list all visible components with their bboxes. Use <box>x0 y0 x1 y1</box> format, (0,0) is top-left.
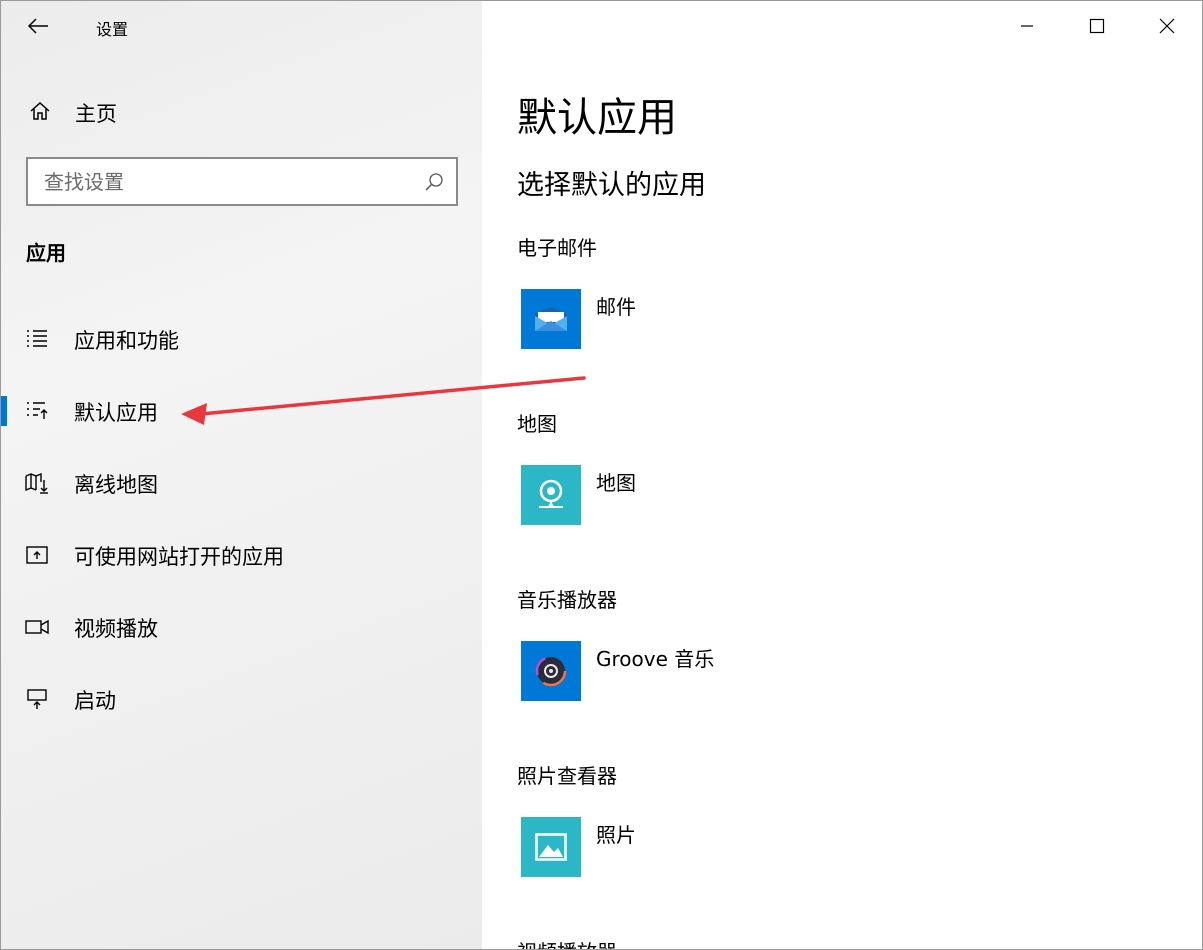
default-app-name: 照片 <box>596 823 636 847</box>
settings-window: 设置 主页 应用 应用和功能 <box>0 0 1203 950</box>
groove-app-tile <box>521 641 581 701</box>
sidebar-item-label: 应用和功能 <box>74 329 179 353</box>
sidebar-item-label: 可使用网站打开的应用 <box>74 545 284 569</box>
sidebar-item-video-playback[interactable]: 视频播放 <box>1 600 482 654</box>
back-arrow-icon <box>27 18 48 34</box>
default-app-name: 地图 <box>596 471 636 495</box>
sidebar-item-label: 启动 <box>74 689 116 713</box>
maps-icon <box>539 479 563 508</box>
startup-icon <box>27 689 47 709</box>
default-app-name: 邮件 <box>596 295 636 319</box>
close-button[interactable] <box>1144 1 1190 51</box>
category-label-photos: 照片查看器 <box>517 764 617 788</box>
sidebar-item-label: 视频播放 <box>74 617 158 641</box>
sidebar-item-default-apps[interactable]: 默认应用 <box>1 384 482 438</box>
sidebar-item-home[interactable]: 主页 <box>1 89 482 133</box>
sidebar-item-offline-maps[interactable]: 离线地图 <box>1 456 482 510</box>
category-label-maps: 地图 <box>517 412 557 436</box>
sidebar-item-label: 默认应用 <box>74 401 158 425</box>
default-apps-icon <box>27 402 48 419</box>
default-app-photos[interactable]: 照片 <box>517 817 857 881</box>
groove-music-icon <box>535 655 567 687</box>
default-app-name: Groove 音乐 <box>596 647 715 671</box>
apps-for-websites-icon <box>26 546 48 564</box>
category-label-video: 视频播放器 <box>517 936 617 949</box>
main-content: 默认应用 选择默认的应用 电子邮件 邮件 地图 地图 音乐播放器 Groove … <box>482 1 1202 949</box>
home-icon <box>30 101 50 120</box>
default-app-email[interactable]: 邮件 <box>517 289 857 353</box>
page-title: 默认应用 <box>517 95 677 141</box>
search-icon[interactable] <box>424 172 444 192</box>
photos-app-tile <box>521 817 581 877</box>
sidebar-item-apps-for-websites[interactable]: 可使用网站打开的应用 <box>1 528 482 582</box>
page-subtitle: 选择默认的应用 <box>517 170 706 201</box>
sidebar-item-label: 离线地图 <box>74 473 158 497</box>
home-label: 主页 <box>75 102 117 126</box>
default-app-music[interactable]: Groove 音乐 <box>517 641 857 705</box>
minimize-icon <box>1021 25 1033 27</box>
maps-app-tile <box>521 465 581 525</box>
search-box[interactable] <box>26 157 458 206</box>
back-button[interactable] <box>19 9 57 43</box>
maximize-icon <box>1089 18 1105 34</box>
section-title: 应用 <box>26 241 66 265</box>
close-icon <box>1159 18 1175 34</box>
category-label-music: 音乐播放器 <box>517 588 617 612</box>
window-title: 设置 <box>96 20 129 39</box>
offline-maps-icon <box>25 472 48 494</box>
category-label-email: 电子邮件 <box>517 236 597 260</box>
maximize-button[interactable] <box>1074 1 1120 51</box>
sidebar-item-startup[interactable]: 启动 <box>1 672 482 726</box>
default-app-maps[interactable]: 地图 <box>517 465 857 529</box>
minimize-button[interactable] <box>1004 1 1050 51</box>
selection-indicator <box>1 396 7 426</box>
apps-list-icon <box>27 330 47 347</box>
search-input[interactable] <box>28 159 418 204</box>
sidebar-item-apps-features[interactable]: 应用和功能 <box>1 312 482 366</box>
photos-icon <box>535 833 567 861</box>
sidebar: 设置 主页 应用 应用和功能 <box>1 1 482 949</box>
video-playback-icon <box>25 619 49 635</box>
mail-icon <box>535 307 567 331</box>
mail-app-tile <box>521 289 581 349</box>
